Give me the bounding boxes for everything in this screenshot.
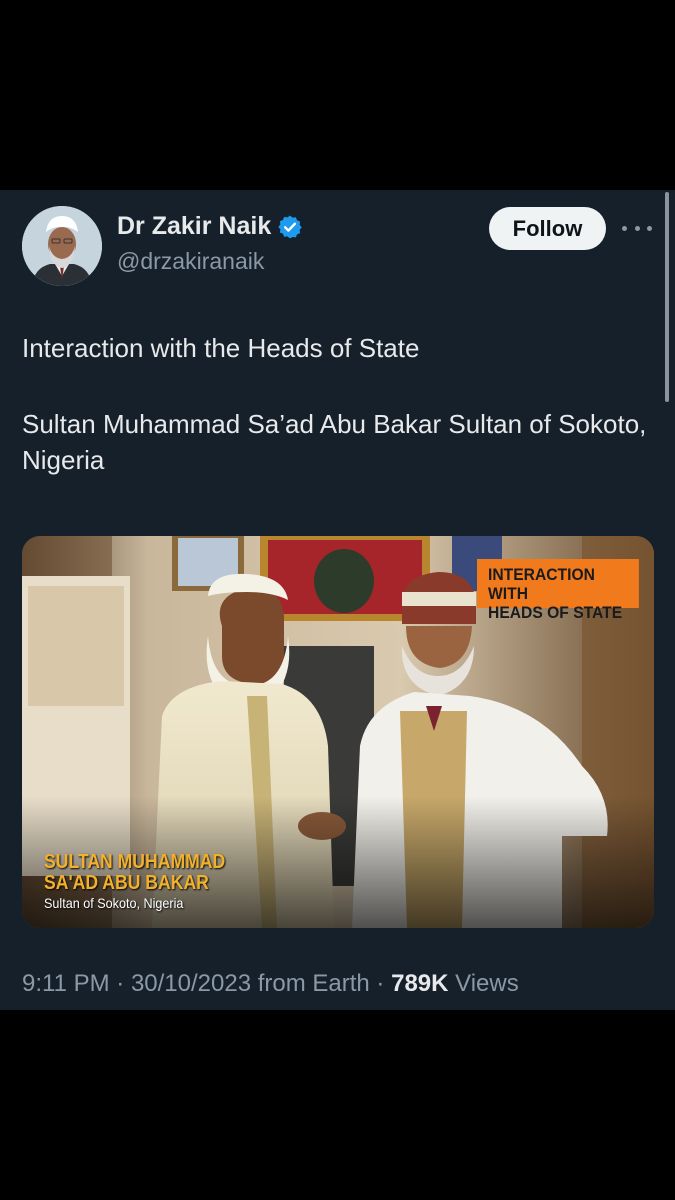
views-label[interactable]: Views (455, 970, 519, 997)
media-badge-text: INTERACTION WITH HEADS OF STATE (488, 565, 623, 622)
author-handle[interactable]: @drzakiranaik (117, 248, 264, 275)
avatar-image (22, 206, 102, 286)
author-name-row[interactable]: Dr Zakir Naik (117, 212, 303, 241)
author-name[interactable]: Dr Zakir Naik (117, 212, 271, 241)
tweet-date[interactable]: 30/10/2023 (131, 970, 251, 997)
tweet-text: Interaction with the Heads of State Sult… (22, 330, 662, 518)
meta-separator-2: · (369, 970, 392, 997)
tweet-source: from Earth (257, 970, 370, 997)
tweet-meta: 9:11 PM · 30/10/2023 from Earth · 789K V… (22, 970, 519, 998)
scrollbar[interactable] (665, 192, 669, 402)
tweet-time[interactable]: 9:11 PM (22, 970, 110, 997)
media-caption-subtitle: Sultan of Sokoto, Nigeria (44, 895, 184, 911)
tweet-text-line1: Interaction with the Heads of State (22, 333, 420, 363)
avatar[interactable] (22, 206, 102, 286)
media-badge: INTERACTION WITH HEADS OF STATE (477, 559, 639, 622)
views-count[interactable]: 789K (391, 970, 448, 997)
more-horizontal-icon[interactable] (622, 218, 652, 238)
tweet-media-photo[interactable]: INTERACTION WITH HEADS OF STATE SULTAN M… (22, 536, 654, 928)
follow-button[interactable]: Follow (489, 207, 606, 250)
meta-separator: · (109, 970, 131, 997)
tweet-text-line2: Sultan Muhammad Sa’ad Abu Bakar Sultan o… (22, 409, 647, 475)
media-caption-name: SULTAN MUHAMMAD SA'AD ABU BAKAR (44, 851, 226, 894)
verified-badge-icon[interactable] (277, 214, 303, 240)
